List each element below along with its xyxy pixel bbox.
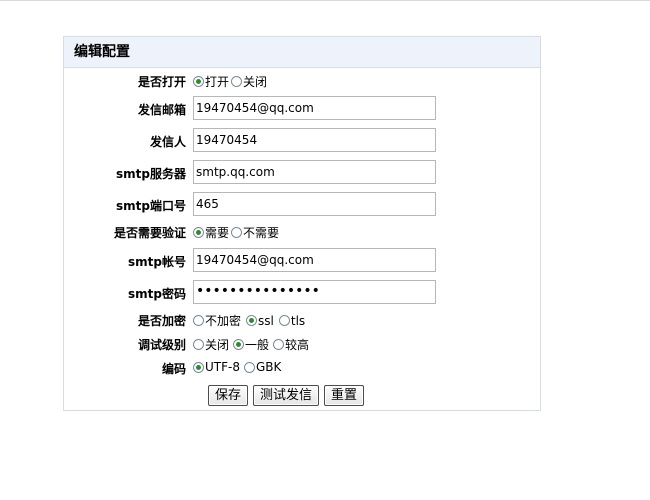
debug-level-label: 调试级别	[137, 338, 186, 352]
encryption-row: 是否加密 不加密 ssl tls	[64, 312, 540, 329]
encryption-radio-none[interactable]: 不加密	[193, 312, 241, 329]
debug-level-radio-group: 关闭 一般 较高	[193, 336, 311, 353]
test-send-button[interactable]: 测试发信	[253, 385, 320, 406]
sender-email-label: 发信邮箱	[137, 103, 186, 117]
enable-row: 是否打开 打开 关闭	[64, 73, 540, 89]
charset-row: 编码 UTF-8 GBK	[64, 360, 540, 376]
encryption-radio-ssl[interactable]: ssl	[246, 314, 274, 328]
enable-label: 是否打开	[137, 75, 186, 89]
enable-radio-group: 打开 关闭	[193, 73, 269, 90]
top-divider	[0, 0, 650, 1]
action-buttons: 保存 测试发信 重置	[208, 385, 365, 406]
smtp-account-label: smtp帐号	[128, 255, 186, 269]
radio-checked-icon[interactable]	[246, 315, 258, 326]
charset-radio-group: UTF-8 GBK	[193, 360, 283, 374]
smtp-server-input[interactable]: smtp.qq.com	[193, 160, 436, 184]
enable-radio-on[interactable]: 打开	[193, 73, 229, 90]
radio-checked-icon[interactable]	[193, 361, 204, 373]
charset-label: 编码	[161, 362, 186, 376]
panel-title: 编辑配置	[64, 37, 540, 68]
charset-radio-gbk[interactable]: GBK	[243, 360, 281, 374]
auth-radio-not-required[interactable]: 不需要	[231, 224, 279, 241]
smtp-port-row: smtp端口号 465	[64, 192, 540, 216]
radio-unchecked-icon[interactable]	[193, 315, 204, 326]
sender-name-label: 发信人	[149, 135, 186, 149]
radio-checked-icon[interactable]	[193, 76, 204, 87]
radio-unchecked-icon[interactable]	[278, 315, 290, 326]
radio-checked-icon[interactable]	[233, 339, 245, 350]
radio-unchecked-icon[interactable]	[193, 339, 204, 350]
smtp-password-input[interactable]: •••••••••••••••	[193, 280, 436, 304]
debug-level-row: 调试级别 关闭 一般 较高	[64, 336, 540, 352]
save-button[interactable]: 保存	[208, 385, 249, 406]
radio-checked-icon[interactable]	[193, 227, 204, 238]
encryption-radio-group: 不加密 ssl tls	[193, 312, 307, 329]
sender-email-row: 发信邮箱 19470454@qq.com	[64, 96, 540, 120]
reset-button[interactable]: 重置	[324, 385, 365, 406]
smtp-password-row: smtp密码 •••••••••••••••	[64, 280, 540, 304]
debug-radio-normal[interactable]: 一般	[233, 336, 269, 353]
charset-radio-utf8[interactable]: UTF-8	[193, 360, 240, 374]
radio-unchecked-icon[interactable]	[231, 227, 243, 238]
enable-radio-off[interactable]: 关闭	[231, 73, 267, 90]
radio-unchecked-icon[interactable]	[243, 361, 255, 373]
auth-row: 是否需要验证 需要 不需要	[64, 224, 540, 240]
sender-name-row: 发信人 19470454	[64, 128, 540, 152]
auth-radio-group: 需要 不需要	[193, 224, 281, 241]
smtp-port-label: smtp端口号	[116, 199, 186, 213]
sender-email-input[interactable]: 19470454@qq.com	[193, 96, 436, 120]
smtp-server-label: smtp服务器	[116, 167, 186, 181]
auth-radio-required[interactable]: 需要	[193, 224, 229, 241]
radio-unchecked-icon[interactable]	[231, 76, 243, 87]
sender-name-input[interactable]: 19470454	[193, 128, 436, 152]
encryption-label: 是否加密	[137, 314, 186, 328]
radio-unchecked-icon[interactable]	[273, 339, 285, 350]
debug-radio-high[interactable]: 较高	[273, 336, 309, 353]
smtp-server-row: smtp服务器 smtp.qq.com	[64, 160, 540, 184]
smtp-password-label: smtp密码	[128, 287, 186, 301]
smtp-port-input[interactable]: 465	[193, 192, 436, 216]
debug-radio-off[interactable]: 关闭	[193, 336, 229, 353]
encryption-radio-tls[interactable]: tls	[278, 314, 305, 328]
smtp-account-input[interactable]: 19470454@qq.com	[193, 248, 436, 272]
smtp-account-row: smtp帐号 19470454@qq.com	[64, 248, 540, 272]
auth-label: 是否需要验证	[113, 226, 186, 240]
config-panel: 编辑配置 是否打开 打开 关闭 发信邮箱 19470454@qq.com 发信人…	[63, 36, 541, 411]
